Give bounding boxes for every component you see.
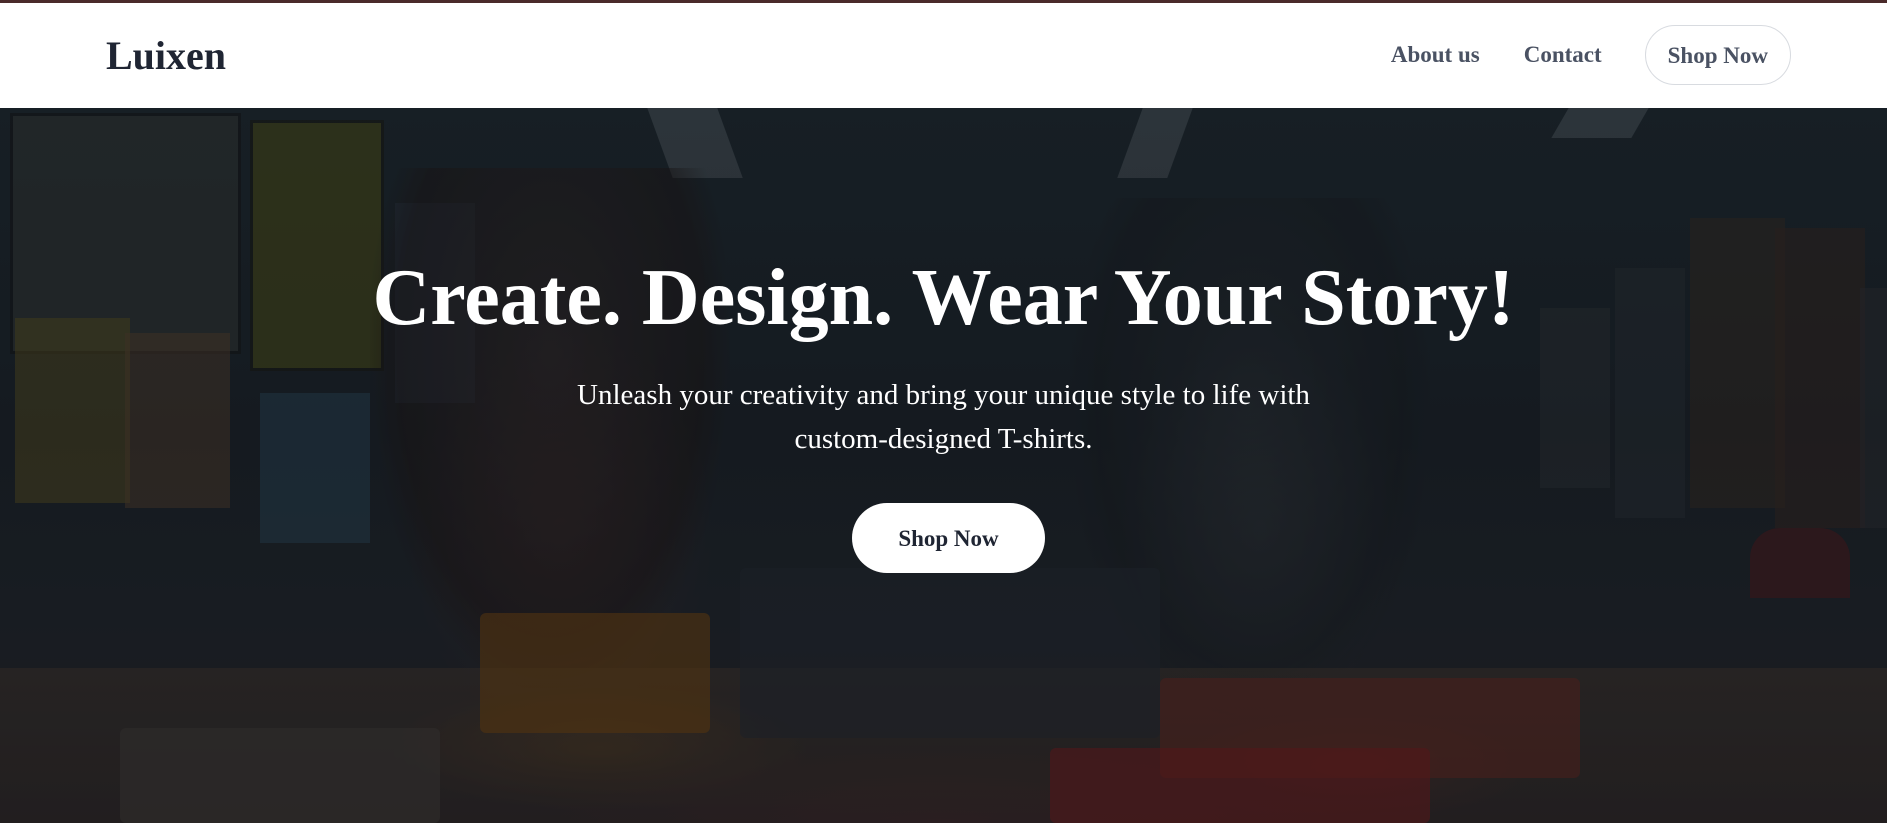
hero-shop-now-button[interactable]: Shop Now (852, 503, 1045, 573)
main-nav: About us Contact Shop Now (1391, 25, 1791, 85)
hero-subtitle-line-1: Unleash your creativity and bring your u… (577, 379, 1310, 411)
nav-link-about[interactable]: About us (1391, 42, 1480, 68)
hero-subtitle: Unleash your creativity and bring your u… (0, 373, 1887, 461)
nav-link-contact[interactable]: Contact (1524, 42, 1602, 68)
hero-dark-overlay (0, 108, 1887, 823)
hero-subtitle-line-2: custom-designed T-shirts. (794, 423, 1093, 455)
site-header: Luixen About us Contact Shop Now (0, 3, 1887, 108)
hero-title: Create. Design. Wear Your Story! (372, 254, 1515, 342)
brand-logo[interactable]: Luixen (106, 31, 226, 81)
nav-shop-now-button[interactable]: Shop Now (1644, 25, 1791, 85)
hero-section: Create. Design. Wear Your Story! Unleash… (0, 108, 1887, 823)
